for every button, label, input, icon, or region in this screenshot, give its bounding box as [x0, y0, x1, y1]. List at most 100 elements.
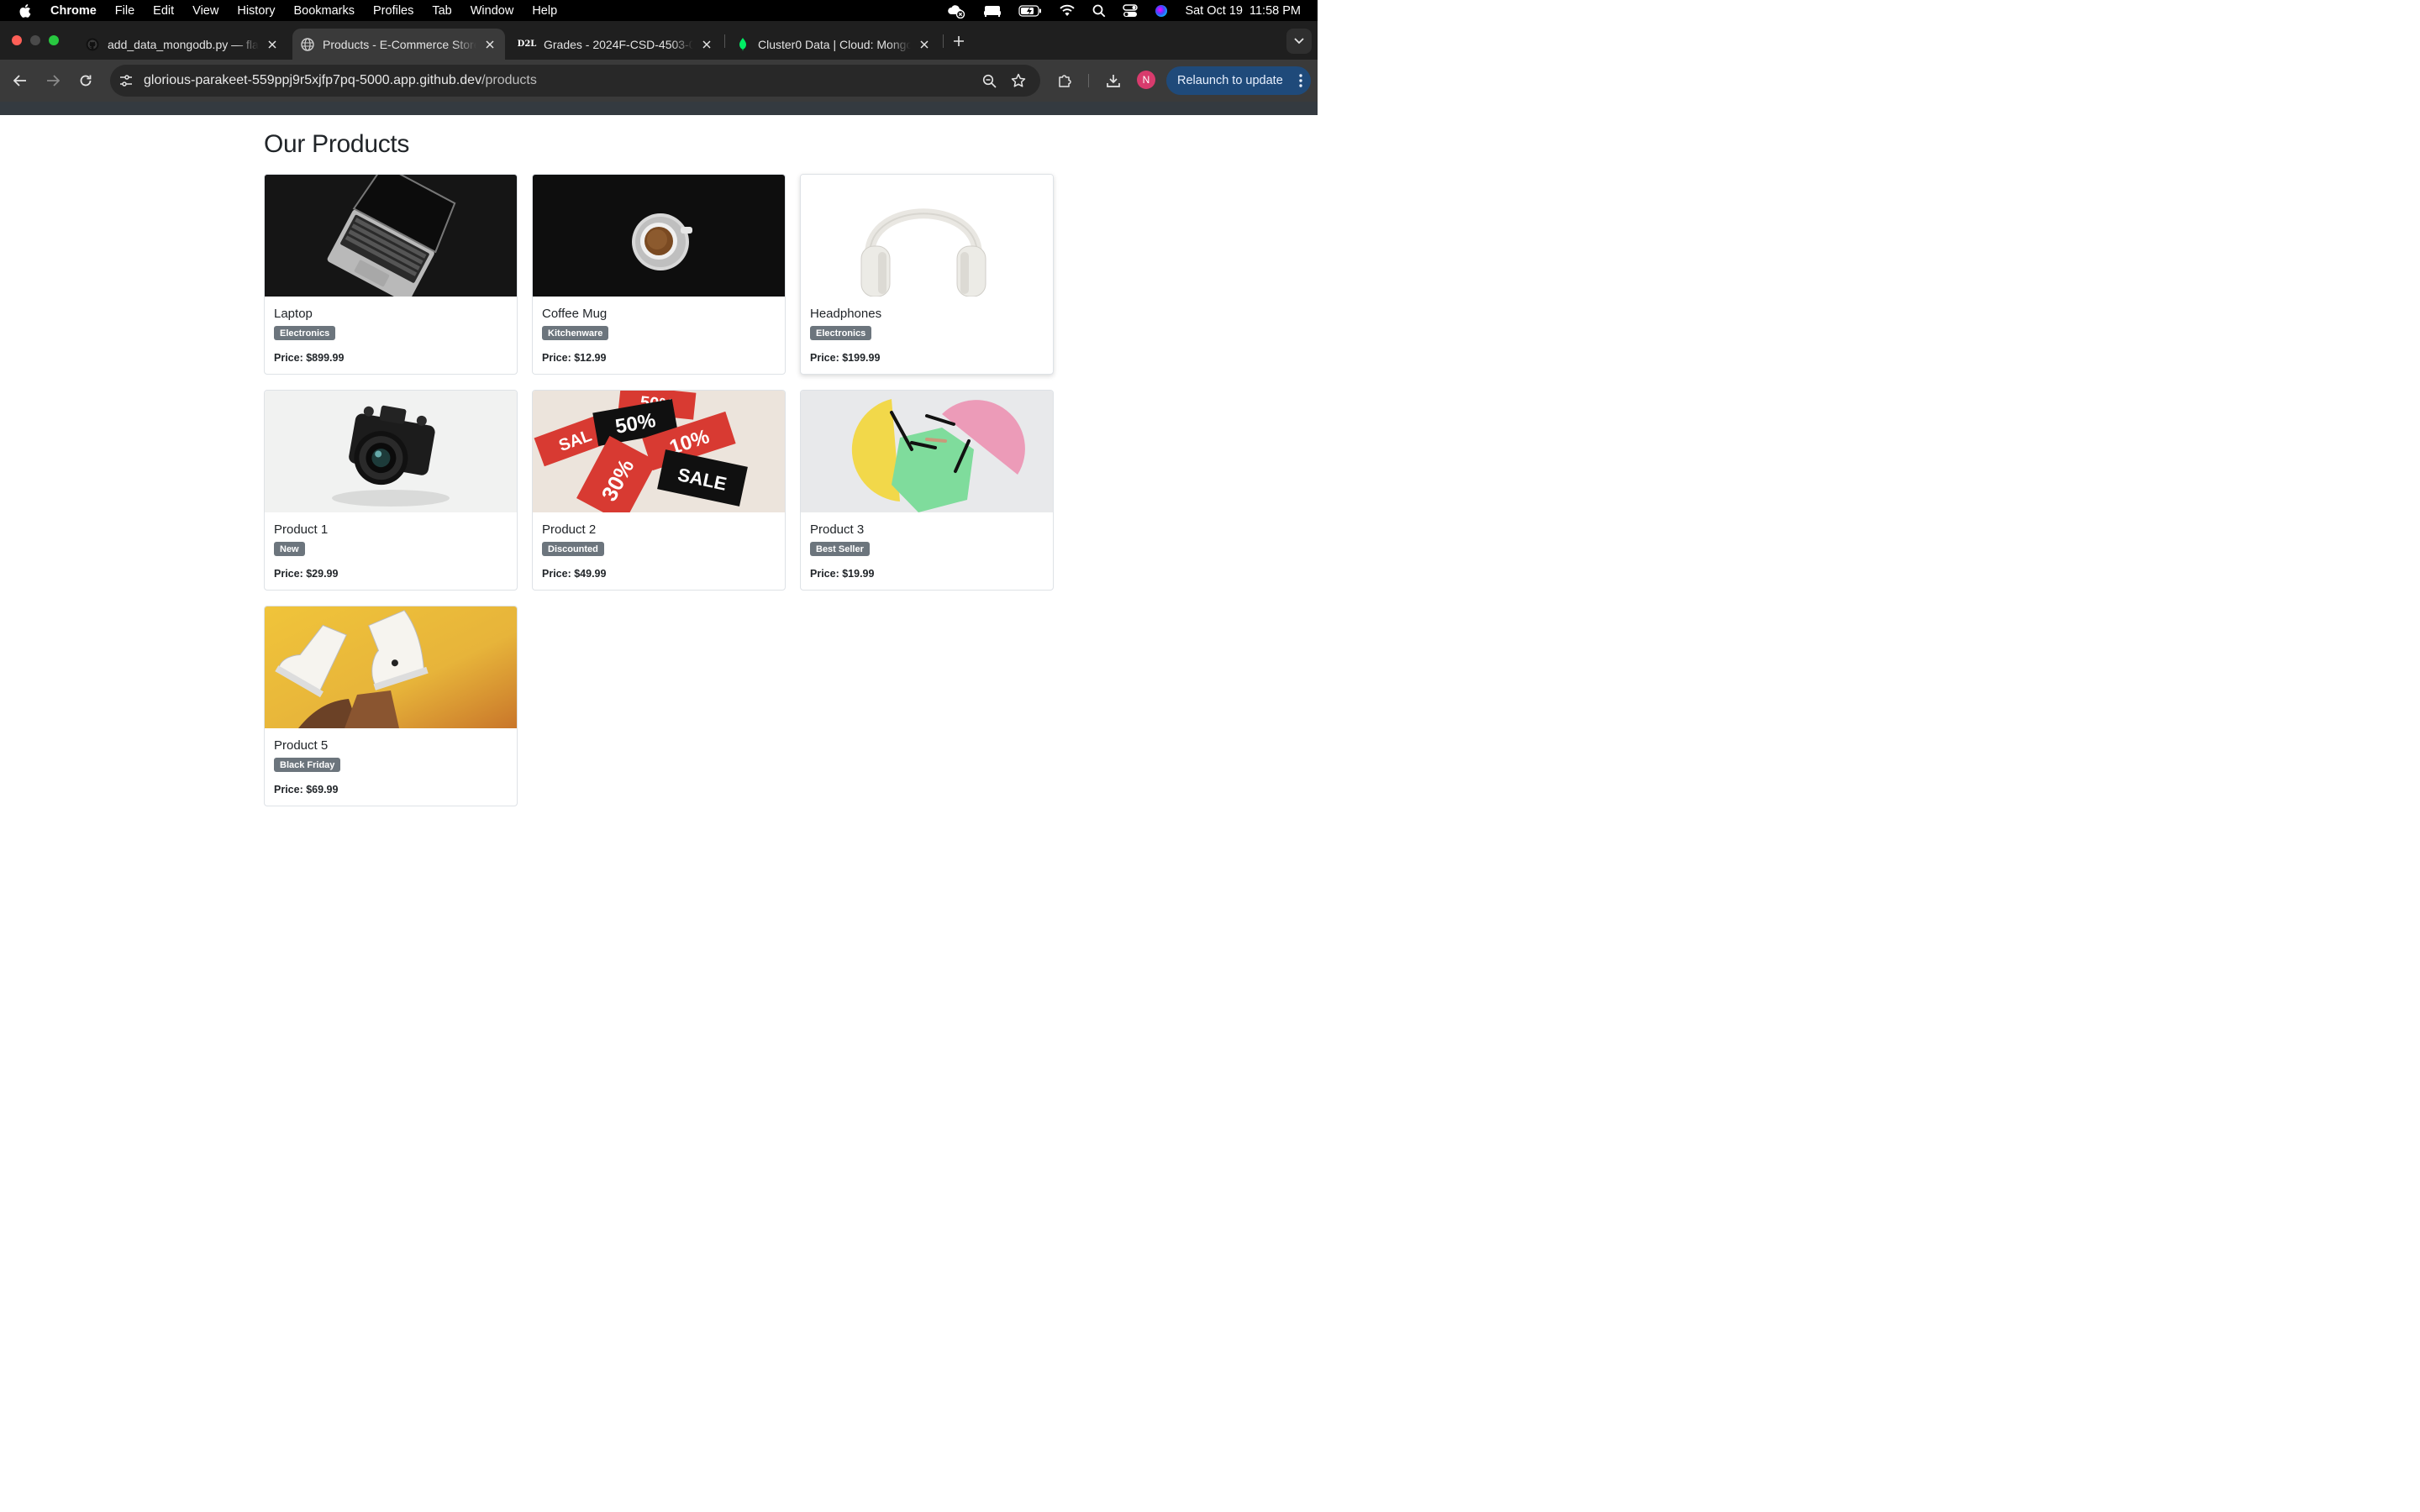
battery-charging-icon[interactable]: [1018, 4, 1042, 17]
product-card-laptop[interactable]: Laptop Electronics Price: $899.99: [264, 174, 518, 375]
mongodb-leaf-icon: [736, 37, 750, 51]
browser-tab-products[interactable]: Products - E-Commerce Store: [292, 29, 505, 60]
product-name[interactable]: Product 1: [274, 522, 328, 537]
product-card-headphones[interactable]: Headphones Electronics Price: $199.99: [800, 174, 1054, 375]
site-info-tune-icon[interactable]: [118, 72, 134, 89]
tab-separator: [943, 34, 944, 48]
tab-title: Grades - 2024F-CSD-4503-0: [544, 37, 693, 51]
category-badge: Best Seller: [810, 542, 870, 556]
globe-icon: [301, 37, 314, 51]
product-card-product-3[interactable]: Product 3 Best Seller Price: $19.99: [800, 390, 1054, 591]
menu-bookmarks[interactable]: Bookmarks: [293, 4, 355, 18]
tab-title: Products - E-Commerce Store: [323, 37, 476, 51]
product-name[interactable]: Product 3: [810, 522, 864, 537]
extensions-puzzle-icon[interactable]: [1055, 71, 1074, 90]
menu-tab[interactable]: Tab: [432, 4, 451, 18]
browser-toolbar: glorious-parakeet-559ppj9r5xjfp7pq-5000.…: [0, 60, 1318, 102]
page-title: Our Products: [264, 130, 410, 158]
minimize-window-button[interactable]: [30, 35, 40, 45]
more-menu-kebab-icon[interactable]: [1299, 73, 1302, 92]
close-tab-icon[interactable]: [700, 38, 713, 51]
wifi-icon[interactable]: [1059, 4, 1076, 17]
new-tab-plus-icon[interactable]: [950, 33, 967, 50]
siri-icon[interactable]: [1155, 4, 1168, 18]
tab-title: Cluster0 Data | Cloud: MongoDB: [758, 37, 911, 51]
sale-tags-image: 50% SAL 50% 10% 30% SALE: [533, 391, 785, 512]
product-price: Price: $19.99: [810, 568, 875, 580]
category-badge: New: [274, 542, 305, 556]
site-navbar-edge: [0, 102, 1318, 115]
spotlight-search-icon[interactable]: [1092, 4, 1106, 18]
menu-profiles[interactable]: Profiles: [373, 4, 413, 18]
product-name[interactable]: Coffee Mug: [542, 307, 607, 321]
browser-tab-strip: add_data_mongodb.py — flask Products - E…: [0, 21, 1318, 60]
url-text: glorious-parakeet-559ppj9r5xjfp7pq-5000.…: [144, 73, 537, 88]
cosmetics-image: [801, 391, 1053, 512]
close-tab-icon[interactable]: [483, 38, 497, 51]
toolbar-separator: [1088, 74, 1089, 87]
product-price: Price: $29.99: [274, 568, 339, 580]
relaunch-label: Relaunch to update: [1177, 74, 1283, 87]
product-name[interactable]: Headphones: [810, 307, 881, 321]
sneakers-image: [265, 606, 517, 728]
download-icon[interactable]: [1104, 71, 1123, 90]
menu-history[interactable]: History: [237, 4, 275, 18]
menu-window[interactable]: Window: [471, 4, 514, 18]
sleep-bed-icon[interactable]: [983, 4, 1002, 18]
url-path: /products: [481, 73, 537, 87]
zoom-magnifier-icon[interactable]: [981, 72, 997, 89]
menu-view[interactable]: View: [192, 4, 218, 18]
bookmark-star-icon[interactable]: [1010, 72, 1027, 89]
d2l-icon: D2L: [517, 38, 537, 51]
close-tab-icon[interactable]: [918, 38, 931, 51]
category-badge: Electronics: [274, 326, 336, 340]
laptop-image: [265, 175, 517, 297]
control-center-icon[interactable]: [1123, 3, 1139, 18]
headphones-image: [801, 175, 1053, 297]
category-badge: Black Friday: [274, 758, 341, 772]
tab-separator: [724, 34, 725, 48]
product-card-product-5[interactable]: Product 5 Black Friday Price: $69.99: [264, 606, 518, 806]
product-price: Price: $899.99: [274, 352, 345, 364]
menubar-clock[interactable]: Sat Oct 19 11:58 PM: [1185, 4, 1301, 18]
close-tab-icon[interactable]: [266, 38, 279, 51]
menu-help[interactable]: Help: [532, 4, 557, 18]
menu-app-name[interactable]: Chrome: [50, 4, 97, 18]
category-badge: Discounted: [542, 542, 604, 556]
zoom-window-button[interactable]: [49, 35, 59, 45]
url-host: glorious-parakeet-559ppj9r5xjfp7pq-5000.…: [144, 73, 482, 87]
product-name[interactable]: Laptop: [274, 307, 313, 321]
close-window-button[interactable]: [12, 35, 22, 45]
coffee-mug-image: [533, 175, 785, 297]
menu-edit[interactable]: Edit: [153, 4, 174, 18]
product-price: Price: $49.99: [542, 568, 607, 580]
cloud-sync-icon[interactable]: [946, 3, 966, 18]
d2l-logo-text: D2L: [517, 39, 537, 49]
profile-avatar[interactable]: N: [1137, 71, 1155, 89]
category-badge: Kitchenware: [542, 326, 609, 340]
product-card-coffee-mug[interactable]: Coffee Mug Kitchenware Price: $12.99: [532, 174, 786, 375]
browser-tab-cluster0[interactable]: Cluster0 Data | Cloud: MongoDB: [728, 29, 939, 60]
tab-title: add_data_mongodb.py — flask: [108, 37, 259, 51]
product-price: Price: $12.99: [542, 352, 607, 364]
category-badge: Electronics: [810, 326, 872, 340]
product-card-product-2[interactable]: 50% SAL 50% 10% 30% SALE Product 2 Disco…: [532, 390, 786, 591]
forward-arrow-icon[interactable]: [44, 71, 62, 90]
macos-menubar: Chrome File Edit View History Bookmarks …: [0, 0, 1318, 21]
product-price: Price: $69.99: [274, 784, 339, 795]
browser-tab-grades[interactable]: D2L Grades - 2024F-CSD-4503-0: [510, 29, 722, 60]
relaunch-to-update-button[interactable]: Relaunch to update: [1166, 66, 1311, 95]
product-card-product-1[interactable]: Product 1 New Price: $29.99: [264, 390, 518, 591]
tab-search-chevron-icon[interactable]: [1286, 29, 1312, 54]
menu-file[interactable]: File: [115, 4, 134, 18]
product-name[interactable]: Product 5: [274, 738, 328, 753]
reload-icon[interactable]: [76, 71, 95, 90]
product-name[interactable]: Product 2: [542, 522, 596, 537]
product-price: Price: $199.99: [810, 352, 881, 364]
browser-tab-add-data-mongodb[interactable]: add_data_mongodb.py — flask: [77, 29, 287, 60]
camera-image: [265, 391, 517, 512]
github-icon: [86, 38, 99, 51]
back-arrow-icon[interactable]: [11, 71, 29, 90]
address-bar[interactable]: glorious-parakeet-559ppj9r5xjfp7pq-5000.…: [110, 65, 1040, 97]
apple-logo-icon[interactable]: [17, 3, 32, 18]
